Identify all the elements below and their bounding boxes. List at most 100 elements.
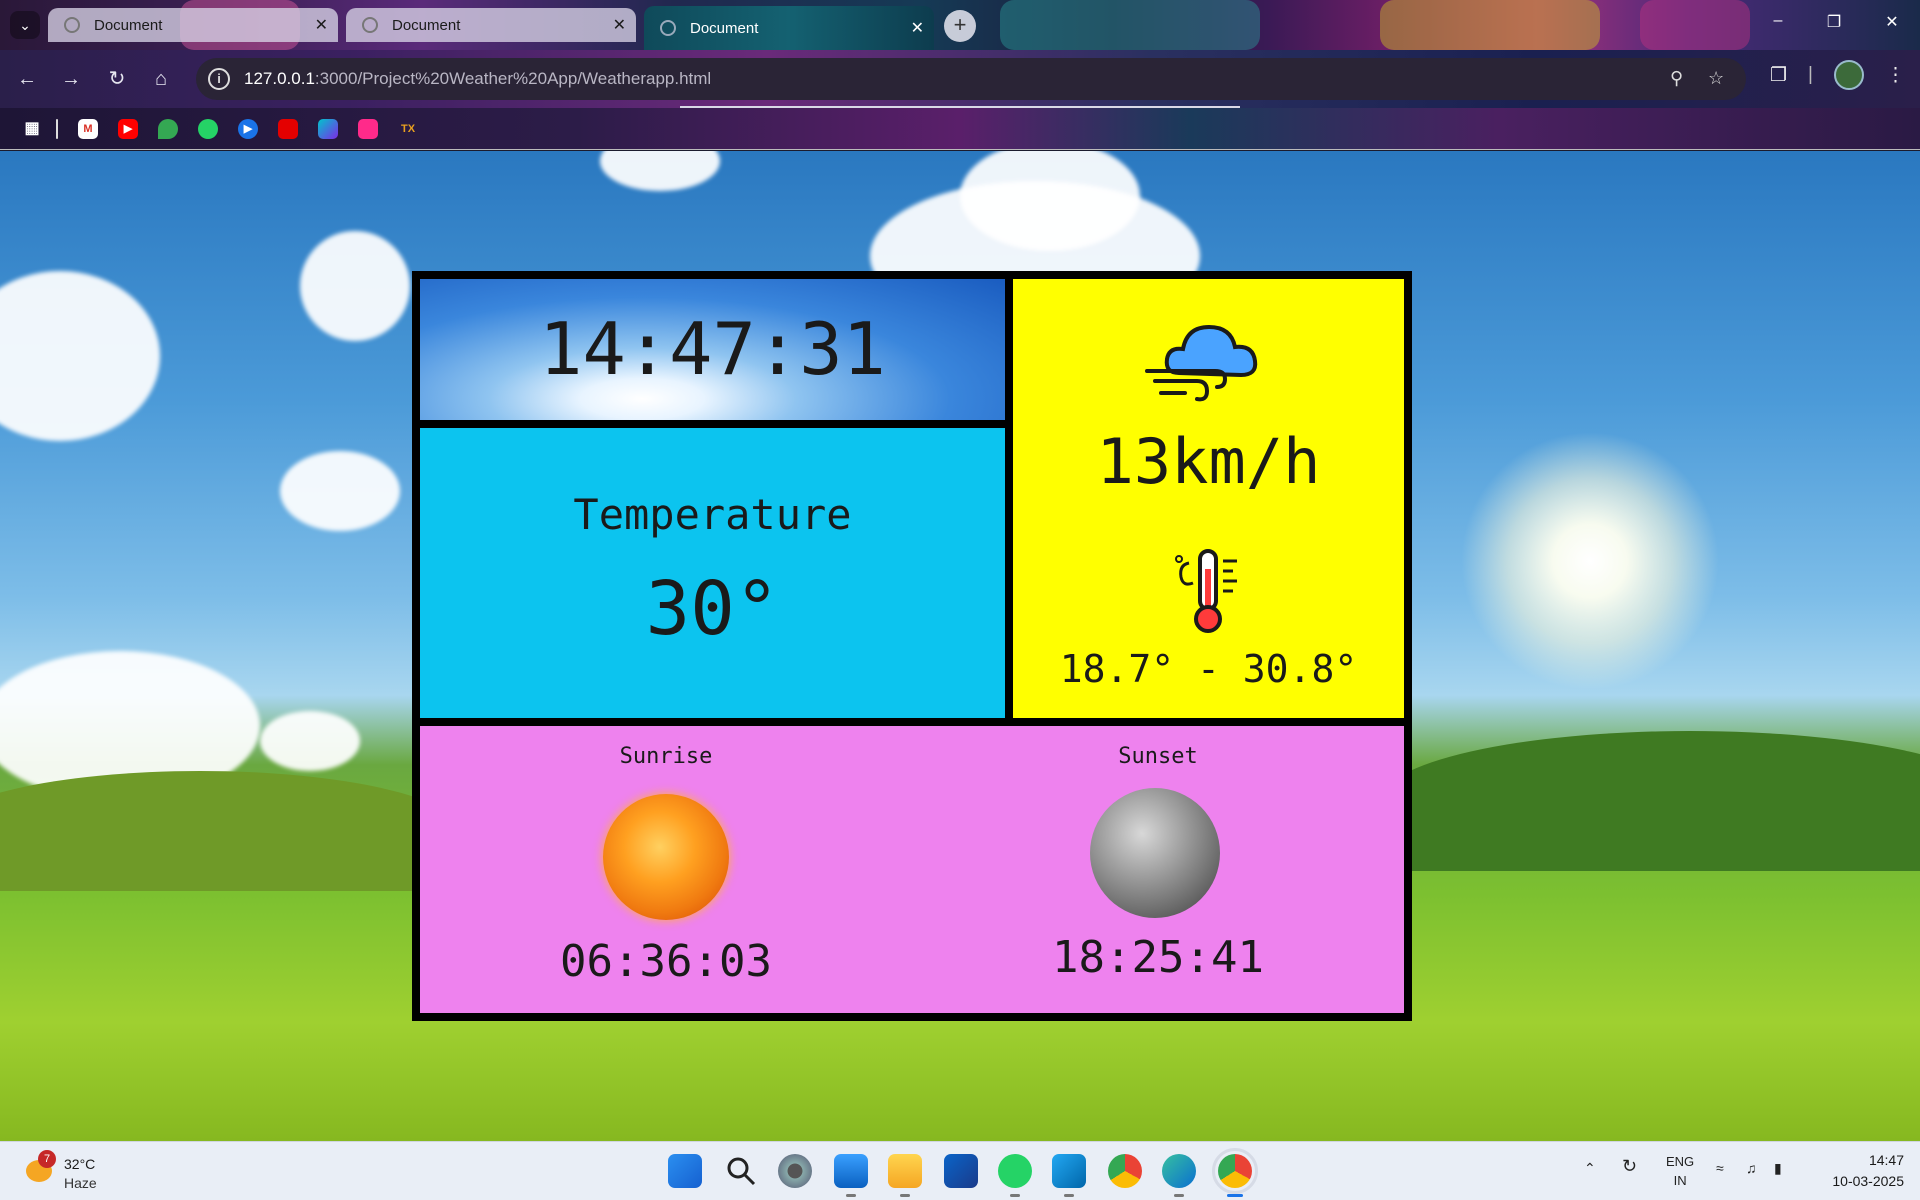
close-icon[interactable]: ✕ — [315, 15, 328, 35]
chrome-icon[interactable] — [1108, 1154, 1142, 1188]
tab-search-button[interactable]: ⌄ — [10, 11, 40, 39]
chevron-down-icon: ⌄ — [19, 16, 31, 33]
bookmark-star-icon[interactable]: ☆ — [1708, 68, 1724, 89]
tab-title: Document — [392, 16, 461, 34]
system-date: 10-03-2025 — [1832, 1173, 1904, 1189]
clock-panel: 14:47:31 — [420, 279, 1005, 420]
globe-icon — [64, 17, 80, 33]
widget-condition: Haze — [64, 1175, 97, 1191]
sunrise-column: Sunrise 06:36:03 — [420, 726, 912, 1013]
vscode-icon[interactable] — [1052, 1154, 1086, 1197]
tab-strip-decoration — [1640, 0, 1750, 50]
sync-icon[interactable]: ↻ — [1622, 1156, 1637, 1177]
sunset-column: Sunset 18:25:41 — [912, 726, 1404, 1013]
minimize-icon: – — [1773, 12, 1783, 29]
play-icon[interactable]: ▶ — [238, 119, 258, 139]
hill — [0, 771, 460, 891]
arrow-left-icon: ← — [17, 68, 37, 90]
sun-times-panel: Sunrise 06:36:03 Sunset 18:25:41 — [420, 726, 1404, 1013]
browser-toolbar: ← → ↻ ⌂ i 127.0.0.1 :3000/Project%20Weat… — [0, 50, 1920, 108]
maps-icon[interactable] — [158, 119, 178, 139]
gmail-icon[interactable]: M — [78, 119, 98, 139]
cloud — [280, 451, 400, 531]
microsoft-store-icon[interactable] — [944, 1154, 978, 1188]
windy-cloud-icon — [1145, 324, 1258, 402]
volume-icon[interactable]: ♫ — [1746, 1160, 1757, 1176]
location-pin-icon[interactable]: ⚲ — [1670, 68, 1683, 89]
restore-icon: ❐ — [1826, 14, 1842, 31]
search-icon[interactable] — [724, 1154, 758, 1188]
system-clock[interactable]: 14:47 10-03-2025 — [1814, 1150, 1904, 1192]
profile-avatar[interactable] — [1834, 60, 1864, 90]
bookmarks-bar: ▦ M ▶ ▶ TX — [0, 108, 1920, 150]
arrow-right-icon: → — [61, 68, 81, 90]
canva-icon[interactable] — [318, 119, 338, 139]
forward-button[interactable]: → — [56, 64, 86, 94]
whatsapp-icon[interactable] — [998, 1154, 1032, 1197]
airtel-icon[interactable] — [278, 119, 298, 139]
sunrise-label: Sunrise — [619, 744, 713, 769]
weather-widget[interactable]: 7 32°C Haze — [24, 1150, 104, 1194]
sunrise-time: 06:36:03 — [560, 936, 772, 987]
new-tab-button[interactable]: + — [944, 10, 976, 42]
store-icon[interactable] — [358, 119, 378, 139]
youtube-icon[interactable]: ▶ — [118, 119, 138, 139]
browser-title-bar: ⌄ Document ✕ Document ✕ Document ✕ + – ❐… — [0, 0, 1920, 50]
back-button[interactable]: ← — [12, 64, 42, 94]
chevron-up-icon[interactable]: ⌃ — [1584, 1160, 1596, 1177]
notification-badge: 7 — [38, 1150, 56, 1168]
apps-icon[interactable]: ▦ — [22, 119, 42, 139]
battery-icon[interactable]: ▮ — [1774, 1160, 1782, 1177]
close-icon: ✕ — [1885, 14, 1899, 31]
windows-start-icon[interactable] — [668, 1154, 702, 1188]
url-host: 127.0.0.1 — [244, 69, 315, 88]
more-menu-icon[interactable]: ⋮ — [1886, 64, 1905, 87]
settings-icon[interactable] — [778, 1154, 812, 1188]
temperature-range: 18.7° - 30.8° — [1059, 647, 1358, 691]
whatsapp-icon[interactable] — [198, 119, 218, 139]
restore-button[interactable]: ❐ — [1814, 12, 1854, 32]
extensions-icon[interactable]: ❐ — [1770, 64, 1787, 87]
close-icon[interactable]: ✕ — [613, 15, 626, 35]
page-background: 14:47:31 Temperature 30° 13km/h 18.7° - … — [0, 151, 1920, 1141]
reload-icon: ↻ — [108, 68, 126, 90]
home-icon: ⌂ — [154, 68, 168, 90]
current-time: 14:47:31 — [539, 307, 886, 391]
minimize-button[interactable]: – — [1758, 12, 1798, 30]
language-indicator[interactable]: ENG IN — [1666, 1152, 1694, 1190]
chrome-profile-icon[interactable] — [1212, 1148, 1258, 1197]
cloud — [600, 151, 720, 191]
edge-icon[interactable] — [1162, 1154, 1196, 1197]
toolbar-divider: | — [1808, 64, 1813, 85]
plus-icon: + — [953, 12, 967, 37]
globe-icon — [660, 20, 676, 36]
tx-icon[interactable]: TX — [398, 119, 418, 139]
globe-icon — [362, 17, 378, 33]
sun-glare — [1460, 431, 1720, 691]
sun-icon — [603, 794, 729, 920]
windows-taskbar: 7 32°C Haze ⌃ ↻ ENG IN ≈ ♫ ▮ 14:47 10-03… — [0, 1141, 1920, 1200]
wifi-icon[interactable]: ≈ — [1716, 1160, 1724, 1176]
language-bottom: IN — [1673, 1173, 1687, 1188]
address-bar[interactable]: i 127.0.0.1 :3000/Project%20Weather%20Ap… — [196, 58, 1746, 100]
sunset-label: Sunset — [1118, 744, 1198, 769]
moon-icon — [1090, 788, 1220, 918]
system-time: 14:47 — [1868, 1152, 1904, 1168]
tab-document-3[interactable]: Document ✕ — [644, 6, 934, 50]
tab-document-1[interactable]: Document ✕ — [48, 8, 338, 42]
url-path: :3000/Project%20Weather%20App/Weatherapp… — [314, 69, 712, 88]
reload-button[interactable]: ↻ — [102, 64, 132, 94]
file-explorer-icon[interactable] — [888, 1154, 922, 1197]
temperature-panel: Temperature 30° — [420, 428, 1005, 718]
wind-panel: 13km/h 18.7° - 30.8° — [1013, 279, 1404, 718]
sunset-time: 18:25:41 — [1052, 932, 1264, 983]
temperature-label: Temperature — [573, 490, 852, 539]
widget-temperature: 32°C — [64, 1156, 96, 1172]
home-button[interactable]: ⌂ — [146, 64, 176, 94]
close-window-button[interactable]: ✕ — [1872, 12, 1912, 32]
cloud — [0, 271, 160, 441]
tab-document-2[interactable]: Document ✕ — [346, 8, 636, 42]
close-icon[interactable]: ✕ — [911, 18, 924, 38]
site-info-icon[interactable]: i — [208, 68, 230, 90]
photos-icon[interactable] — [834, 1154, 868, 1197]
